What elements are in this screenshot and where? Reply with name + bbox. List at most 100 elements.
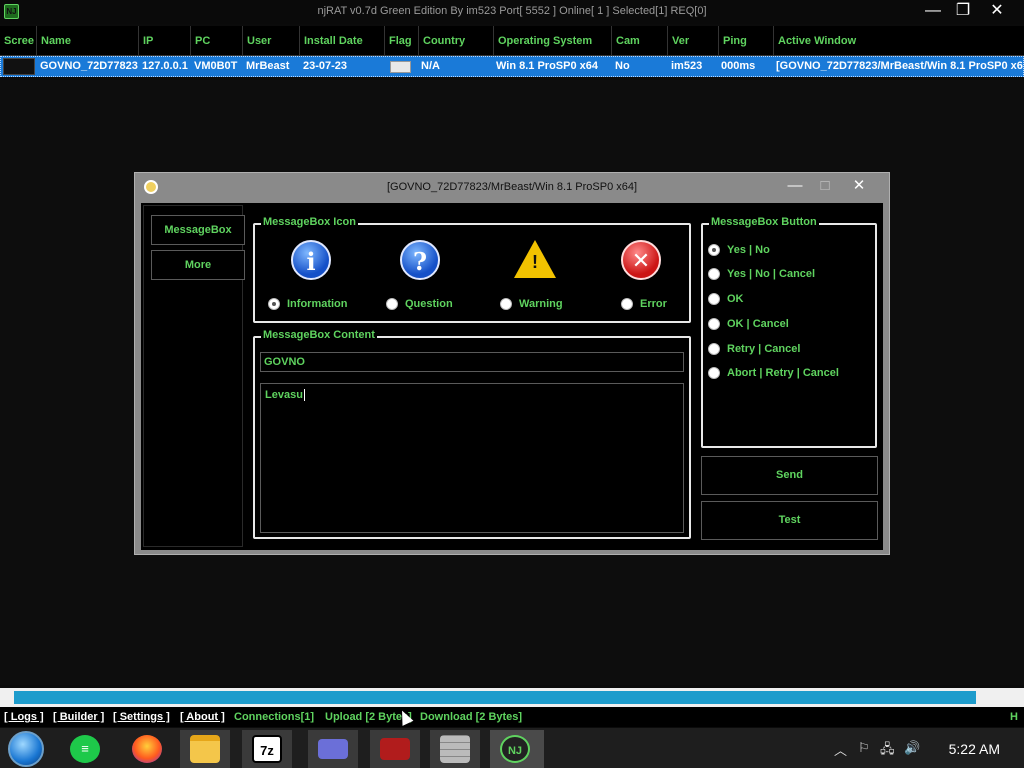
- col-header-ip[interactable]: IP: [138, 26, 190, 56]
- radio-information[interactable]: Information: [268, 298, 348, 310]
- message-body-text: Levasu: [265, 389, 303, 401]
- dialog-minimize-button[interactable]: —: [782, 175, 808, 197]
- dialog-maximize-button[interactable]: □: [812, 175, 838, 197]
- notes-app-icon: ≡: [70, 735, 100, 763]
- cell-pc: VM0B0T: [194, 60, 238, 72]
- radio-circle[interactable]: [386, 298, 398, 310]
- taskbar-game-app[interactable]: [370, 730, 420, 768]
- cell-ver: im523: [671, 60, 703, 72]
- radio-error-label: Error: [640, 298, 667, 310]
- col-header-pc[interactable]: PC: [190, 26, 242, 56]
- statusbar-right-mark: H: [1010, 711, 1018, 723]
- cell-user: MrBeast: [246, 60, 290, 72]
- radio-circle[interactable]: [708, 367, 720, 379]
- radio-yes-no-cancel-label: Yes | No | Cancel: [727, 268, 816, 280]
- brick-wall-icon: [440, 735, 470, 763]
- radio-circle[interactable]: [268, 298, 280, 310]
- dialog-titlebar[interactable]: [GOVNO_72D77823/MrBeast/Win 8.1 ProSP0 x…: [135, 173, 889, 201]
- taskbar-firewall-app[interactable]: [430, 730, 480, 768]
- taskbar-7zip[interactable]: 7z: [242, 730, 292, 768]
- game-icon: [380, 738, 410, 760]
- radio-yes-no-cancel[interactable]: Yes | No | Cancel: [708, 268, 815, 280]
- tray-chevron-up-icon[interactable]: ︿: [834, 740, 847, 759]
- col-header-user[interactable]: User: [242, 26, 299, 56]
- taskbar-file-explorer[interactable]: [180, 730, 230, 768]
- messagebox-tab-button[interactable]: MessageBox: [151, 215, 245, 245]
- tray-network-icon[interactable]: 🖧: [880, 740, 895, 762]
- radio-retry-cancel[interactable]: Retry | Cancel: [708, 343, 800, 355]
- col-header-active-window[interactable]: Active Window: [773, 26, 1024, 56]
- main-titlebar: NJ njRAT v0.7d Green Edition By im523 Po…: [0, 0, 1024, 24]
- settings-link[interactable]: [ Settings ]: [113, 711, 170, 723]
- taskbar-card-app[interactable]: [308, 730, 358, 768]
- col-header-name[interactable]: Name: [36, 26, 138, 56]
- cell-os: Win 8.1 ProSP0 x64: [496, 60, 599, 72]
- messagebox-icon-label: MessageBox Icon: [261, 216, 358, 228]
- error-icon: ✕: [621, 240, 661, 280]
- dialog-close-button[interactable]: ✕: [846, 175, 872, 197]
- radio-yes-no[interactable]: Yes | No: [708, 244, 770, 256]
- taskbar-clock[interactable]: 5:22 AM: [949, 741, 1000, 757]
- messagebox-button-label: MessageBox Button: [709, 216, 819, 228]
- col-header-flag[interactable]: Flag: [384, 26, 418, 56]
- radio-error[interactable]: Error: [621, 298, 667, 310]
- progress-fill: [14, 691, 976, 704]
- radio-ok-cancel[interactable]: OK | Cancel: [708, 318, 789, 330]
- col-header-screen[interactable]: Scree: [0, 26, 36, 56]
- information-icon: i: [291, 240, 331, 280]
- radio-circle[interactable]: [708, 244, 720, 256]
- tray-flag-icon[interactable]: ⚐: [858, 740, 870, 756]
- cell-ping: 000ms: [721, 60, 756, 72]
- table-row[interactable]: GOVNO_72D77823 127.0.0.1 VM0B0T MrBeast …: [0, 56, 1024, 77]
- col-header-install-date[interactable]: Install Date: [299, 26, 384, 56]
- more-tab-button[interactable]: More: [151, 250, 245, 280]
- warning-mark: !: [532, 252, 538, 272]
- radio-question-label: Question: [405, 298, 453, 310]
- message-body-textarea[interactable]: Levasu: [260, 383, 684, 533]
- firefox-icon: [132, 735, 162, 763]
- test-button[interactable]: Test: [701, 501, 878, 540]
- card-icon: [318, 739, 348, 759]
- message-title-input[interactable]: GOVNO: [260, 352, 684, 372]
- taskbar-njrat[interactable]: NJ: [490, 730, 544, 768]
- messagebox-button-group: MessageBox Button Yes | No Yes | No | Ca…: [701, 216, 877, 448]
- tray-volume-icon[interactable]: 🔊: [904, 740, 920, 756]
- radio-warning[interactable]: Warning: [500, 298, 563, 310]
- col-header-os[interactable]: Operating System: [493, 26, 611, 56]
- close-button[interactable]: ✕: [982, 1, 1012, 21]
- taskbar: ≡ 7z NJ ︿ ⚐ 🖧 🔊 5:22 AM: [0, 728, 1024, 768]
- radio-information-label: Information: [287, 298, 348, 310]
- col-header-ver[interactable]: Ver: [667, 26, 718, 56]
- dialog-title: [GOVNO_72D77823/MrBeast/Win 8.1 ProSP0 x…: [386, 181, 638, 193]
- window-title: njRAT v0.7d Green Edition By im523 Port[…: [317, 5, 707, 17]
- send-button[interactable]: Send: [701, 456, 878, 495]
- radio-circle[interactable]: [708, 343, 720, 355]
- cell-ip: 127.0.0.1: [142, 60, 188, 72]
- radio-circle[interactable]: [708, 293, 720, 305]
- radio-circle[interactable]: [708, 318, 720, 330]
- radio-ok-cancel-label: OK | Cancel: [727, 318, 789, 330]
- minimize-button[interactable]: —: [918, 1, 948, 21]
- radio-abort-retry-cancel[interactable]: Abort | Retry | Cancel: [708, 367, 839, 379]
- about-link[interactable]: [ About ]: [180, 711, 225, 723]
- logs-link[interactable]: [ Logs ]: [4, 711, 44, 723]
- radio-circle[interactable]: [500, 298, 512, 310]
- start-orb-icon[interactable]: [8, 731, 44, 767]
- taskbar-notes-app[interactable]: ≡: [60, 730, 110, 768]
- radio-circle[interactable]: [708, 268, 720, 280]
- cell-country: N/A: [421, 60, 440, 72]
- col-header-country[interactable]: Country: [418, 26, 493, 56]
- radio-circle[interactable]: [621, 298, 633, 310]
- radio-question[interactable]: Question: [386, 298, 453, 310]
- col-header-cam[interactable]: Cam: [611, 26, 667, 56]
- download-size: Download [2 Bytes]: [420, 711, 523, 723]
- messagebox-content-group: MessageBox Content GOVNO Levasu: [253, 329, 691, 539]
- radio-abort-retry-cancel-label: Abort | Retry | Cancel: [727, 367, 839, 379]
- 7zip-icon: 7z: [252, 735, 282, 763]
- maximize-button[interactable]: ❐: [948, 1, 978, 21]
- builder-link[interactable]: [ Builder ]: [53, 711, 104, 723]
- screen-thumbnail: [3, 58, 35, 75]
- taskbar-firefox[interactable]: [122, 730, 172, 768]
- col-header-ping[interactable]: Ping: [718, 26, 773, 56]
- radio-ok[interactable]: OK: [708, 293, 744, 305]
